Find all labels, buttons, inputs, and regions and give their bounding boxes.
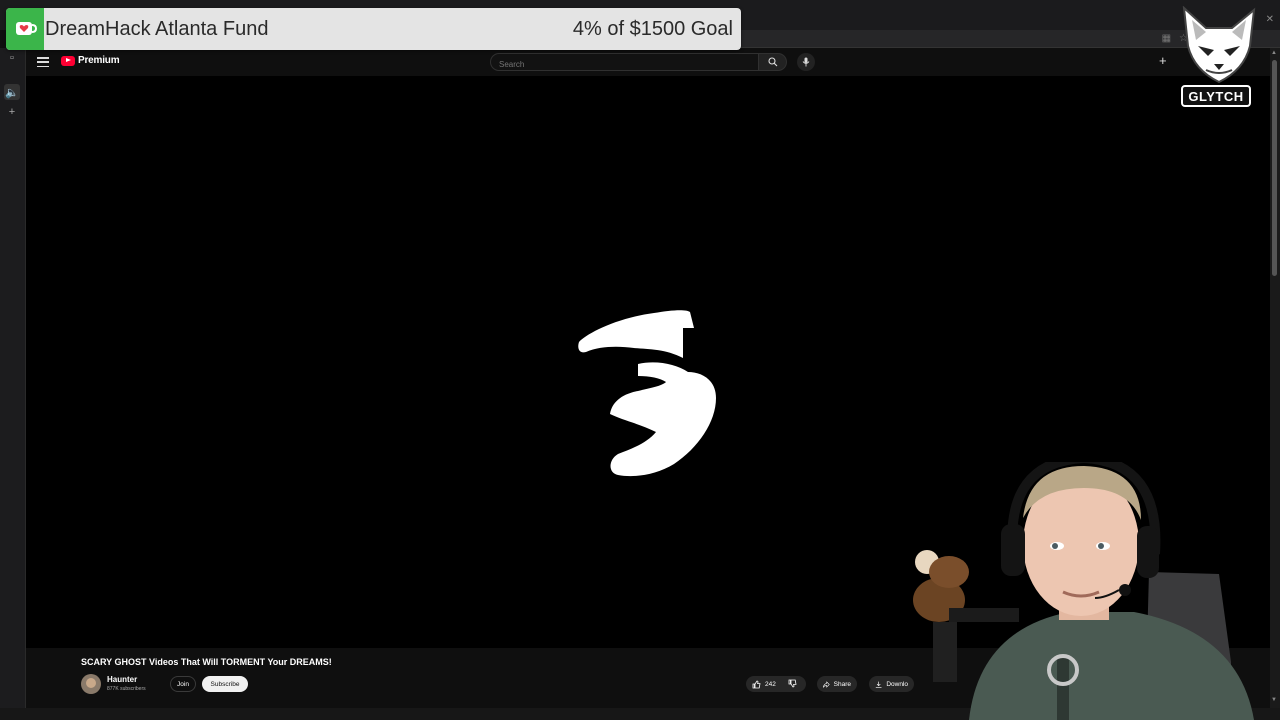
audio-tab-icon[interactable]: 🔈: [4, 84, 20, 100]
tab-icon[interactable]: ▫: [4, 50, 20, 66]
donation-goal-banner: DreamHack Atlanta Fund 4% of $1500 Goal: [6, 8, 741, 50]
donation-cup-icon: [6, 8, 44, 50]
channel-name[interactable]: Haunter: [107, 675, 137, 684]
subscribe-button[interactable]: Subscribe: [202, 676, 248, 692]
voice-search-button[interactable]: [797, 53, 815, 71]
streamer-logo-label: GLYTCH: [1181, 85, 1251, 107]
like-dislike-group: 242: [746, 676, 806, 692]
streamer-webcam: [909, 452, 1280, 720]
subscriber-count: 877K subscribers: [107, 686, 146, 692]
thumbs-down-icon: [788, 679, 797, 687]
youtube-logo[interactable]: Premium: [61, 55, 120, 66]
hamburger-menu-icon[interactable]: [36, 55, 50, 69]
join-button[interactable]: Join: [170, 676, 196, 692]
search-input[interactable]: [491, 56, 758, 73]
dislike-button[interactable]: [788, 679, 797, 690]
streamer-logo: GLYTCH: [1178, 6, 1260, 110]
thumbs-up-icon: [752, 680, 761, 688]
share-label: Share: [833, 680, 851, 688]
download-label: Downlo: [886, 680, 908, 688]
extensions-icon[interactable]: ▦: [1162, 33, 1171, 45]
download-icon: [875, 681, 882, 688]
share-button[interactable]: Share: [817, 676, 857, 692]
window-close-icon[interactable]: ✕: [1266, 14, 1274, 25]
donation-goal-progress: 4% of $1500 Goal: [572, 18, 733, 40]
youtube-brand-label: Premium: [78, 55, 120, 66]
like-count: 242: [765, 680, 776, 688]
channel-avatar[interactable]: [81, 674, 101, 694]
webcam-person-image: [913, 452, 1254, 720]
share-arrow-icon: [823, 680, 830, 688]
scrollbar-thumb[interactable]: [1272, 60, 1277, 276]
scroll-up-icon[interactable]: ▲: [1271, 50, 1277, 56]
create-plus-icon[interactable]: +: [1159, 54, 1177, 70]
search-icon: [767, 57, 777, 67]
donation-title: DreamHack Atlanta Fund: [45, 18, 269, 40]
fox-mascot-icon: [1182, 6, 1256, 84]
search-button[interactable]: [759, 53, 787, 71]
browser-sidebar: ▫ 🔈 +: [0, 48, 26, 720]
video-title: SCARY GHOST Videos That Will TORMENT You…: [81, 657, 332, 667]
youtube-play-icon: [61, 55, 75, 66]
new-tab-icon[interactable]: +: [4, 104, 20, 120]
microphone-icon: [802, 57, 810, 67]
screen: ▦ ☆ ✕ ▫ 🔈 + Premium Search + ▲ ▼ SCARY G…: [0, 0, 1280, 720]
download-button[interactable]: Downlo: [869, 676, 914, 692]
search-field-wrapper: [490, 53, 759, 73]
like-button[interactable]: 242: [752, 680, 776, 689]
youtube-header: Premium +: [26, 48, 1270, 76]
